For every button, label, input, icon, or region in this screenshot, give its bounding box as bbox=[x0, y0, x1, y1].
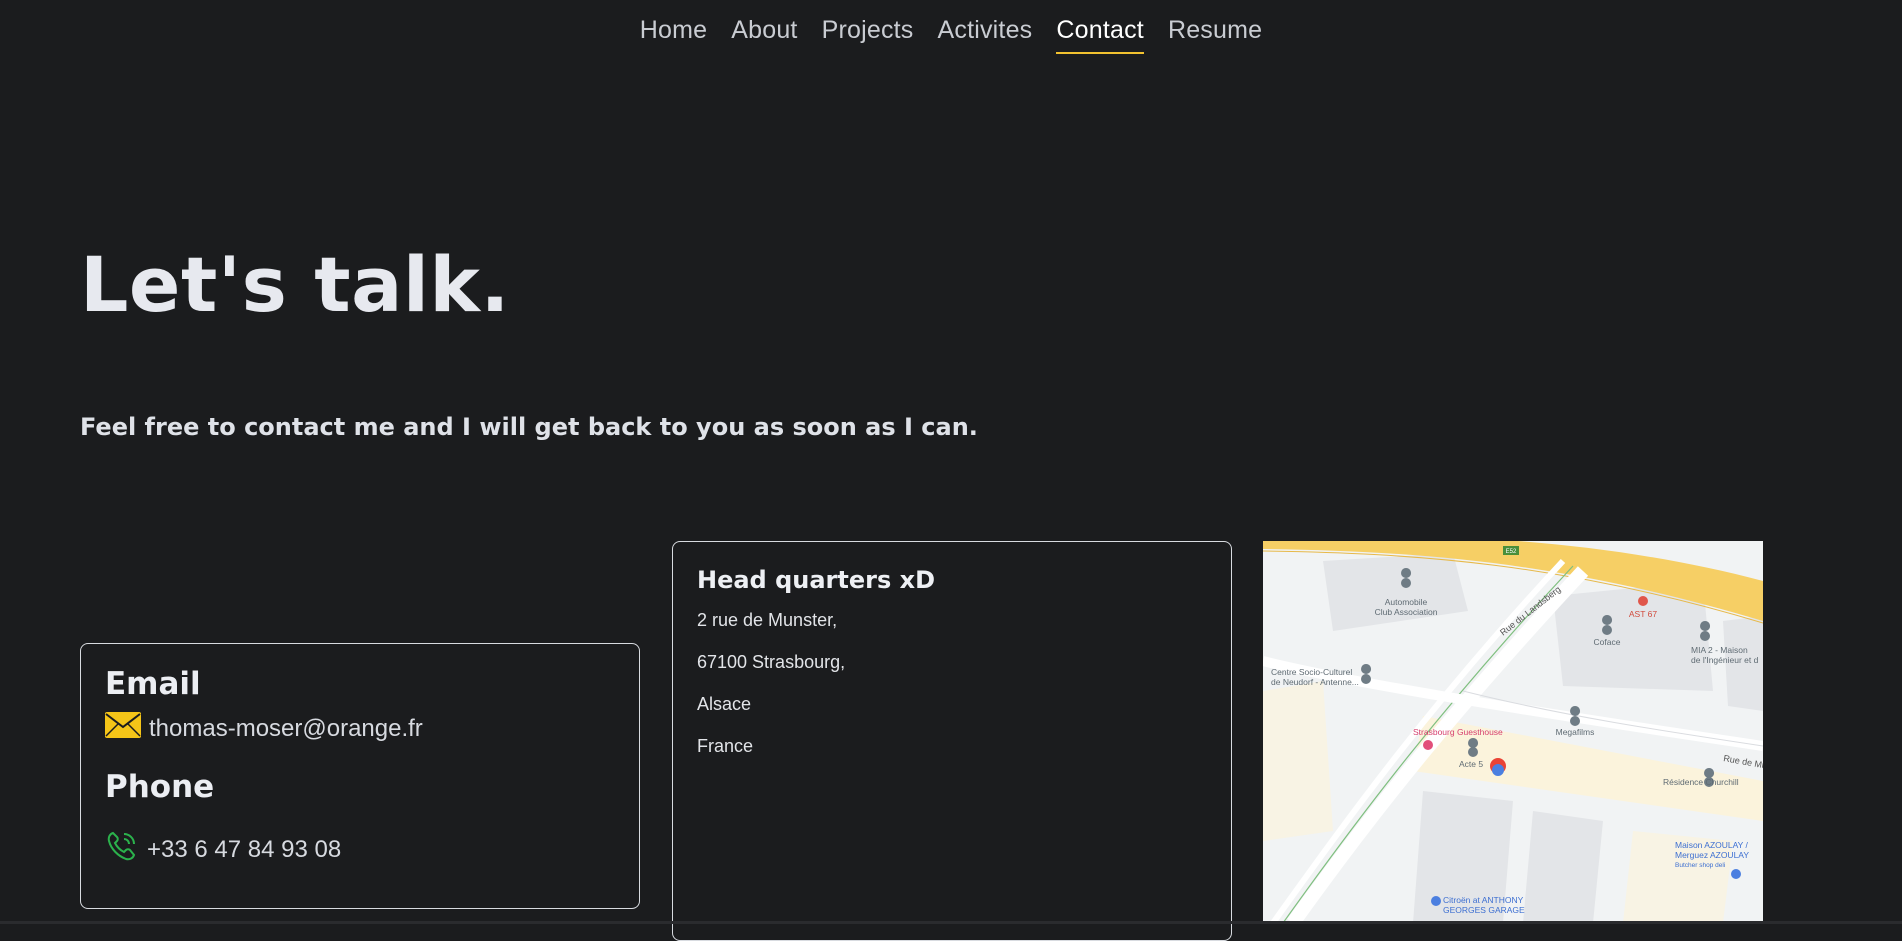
map-shield-label: E52 bbox=[1506, 549, 1517, 555]
envelope-icon bbox=[105, 712, 141, 745]
phone-value[interactable]: +33 6 47 84 93 08 bbox=[147, 836, 341, 864]
nav-resume[interactable]: Resume bbox=[1168, 14, 1262, 52]
map-poi-ast67: AST 67 bbox=[1629, 609, 1657, 619]
hq-line-street: 2 rue de Munster, bbox=[697, 610, 838, 630]
hq-line-city: 67100 Strasbourg, bbox=[697, 652, 846, 672]
hq-line-region: Alsace bbox=[697, 694, 752, 714]
map-poi-megafilms: Megafilms bbox=[1556, 727, 1595, 737]
nav-contact[interactable]: Contact bbox=[1056, 14, 1144, 54]
main-nav: Home About Projects Activites Contact Re… bbox=[0, 0, 1902, 62]
email-value[interactable]: thomas-moser@orange.fr bbox=[149, 715, 423, 743]
page-subtitle: Feel free to contact me and I will get b… bbox=[80, 413, 978, 441]
nav-about[interactable]: About bbox=[731, 14, 797, 52]
map-canvas[interactable]: E52 Rue du Landsberg Rue de Mu Automobil… bbox=[1263, 541, 1763, 923]
nav-activites[interactable]: Activites bbox=[938, 14, 1033, 52]
map-poi-automobile-2: Club Association bbox=[1375, 607, 1438, 617]
map-poi-citroen: Citroën at ANTHONY bbox=[1443, 895, 1524, 905]
nav-projects[interactable]: Projects bbox=[822, 14, 914, 52]
location-map[interactable]: E52 Rue du Landsberg Rue de Mu Automobil… bbox=[1263, 541, 1763, 923]
hq-line-country: France bbox=[697, 736, 754, 756]
email-heading: Email bbox=[105, 666, 201, 702]
page-title: Let's talk. bbox=[80, 240, 510, 329]
phone-icon bbox=[105, 829, 139, 870]
map-poi-guesthouse: Strasbourg Guesthouse bbox=[1413, 727, 1503, 737]
map-poi-mia: MIA 2 - Maison bbox=[1691, 645, 1748, 655]
map-poi-centre: Centre Socio-Culturel bbox=[1271, 667, 1352, 677]
map-poi-centre-2: de Neudorf - Antenne... bbox=[1271, 677, 1359, 687]
email-row[interactable]: thomas-moser@orange.fr bbox=[105, 712, 615, 745]
map-poi-acte5: Acte 5 bbox=[1459, 759, 1483, 769]
contact-card: Email thomas-moser@orange.fr Phone +33 6… bbox=[80, 643, 640, 909]
map-poi-automobile: Automobile bbox=[1385, 597, 1428, 607]
map-poi-mia-2: de l'Ingénieur et d bbox=[1691, 655, 1759, 665]
map-poi-coface: Coface bbox=[1594, 637, 1621, 647]
map-poi-citroen-2: GEORGES GARAGE bbox=[1443, 905, 1525, 915]
nav-home[interactable]: Home bbox=[640, 14, 708, 52]
phone-row[interactable]: +33 6 47 84 93 08 bbox=[105, 829, 615, 870]
map-poi-azoulay-3: Butcher shop deli bbox=[1675, 862, 1725, 869]
phone-heading: Phone bbox=[105, 769, 215, 805]
headquarters-card: Head quarters xD 2 rue de Munster, 67100… bbox=[672, 541, 1232, 941]
map-poi-residence: Résidence Churchill bbox=[1663, 777, 1739, 787]
hq-title: Head quarters xD bbox=[697, 566, 936, 594]
map-poi-azoulay-2: Merguez AZOULAY bbox=[1675, 850, 1749, 860]
map-poi-azoulay: Maison AZOULAY / bbox=[1675, 840, 1749, 850]
